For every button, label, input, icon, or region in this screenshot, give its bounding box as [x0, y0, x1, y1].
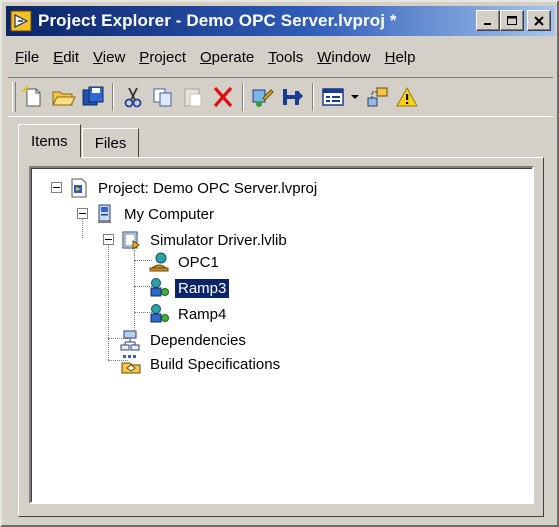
tree-connector — [134, 250, 135, 336]
minus-icon — [79, 213, 86, 214]
opc-tag-icon — [150, 278, 169, 297]
tree-item-ramp4[interactable]: Ramp4 — [147, 302, 229, 326]
menu-help[interactable]: Help — [378, 49, 423, 66]
view-toggle-button[interactable] — [318, 82, 348, 112]
build-button[interactable] — [248, 82, 278, 112]
menu-project[interactable]: Project — [132, 49, 193, 66]
items-panel: Project: Demo OPC Server.lvproj My Compu… — [18, 157, 544, 517]
tree-item-library[interactable]: Simulator Driver.lvlib — [119, 228, 290, 252]
deploy-button[interactable] — [278, 82, 308, 112]
opc-tag-icon — [150, 304, 169, 323]
tree-item-label: OPC1 — [178, 253, 219, 271]
cut-button[interactable] — [118, 82, 148, 112]
menu-view[interactable]: View — [86, 49, 132, 66]
tree-item-project[interactable]: Project: Demo OPC Server.lvproj — [67, 176, 320, 200]
window-title: Project Explorer - Demo OPC Server.lvpro… — [38, 11, 397, 30]
tree-item-label: Build Specifications — [150, 355, 281, 373]
copy-button[interactable] — [148, 82, 178, 112]
minimize-button[interactable] — [476, 10, 500, 31]
title-bar[interactable]: Project Explorer - Demo OPC Server.lvpro… — [6, 6, 555, 36]
menu-operate[interactable]: Operate — [193, 49, 261, 66]
minimize-icon — [484, 22, 491, 25]
toolbar-grip[interactable] — [12, 82, 16, 112]
maximize-button[interactable] — [500, 10, 524, 31]
library-icon — [122, 231, 140, 250]
tree-item-label: Ramp4 — [178, 305, 227, 323]
tree-item-my-computer[interactable]: My Computer — [93, 202, 217, 226]
dependencies-icon — [120, 330, 140, 351]
save-all-button[interactable] — [78, 82, 108, 112]
build-icon — [252, 89, 274, 107]
minus-icon — [105, 239, 112, 240]
build-specifications-icon — [121, 355, 141, 374]
delete-button[interactable] — [208, 82, 238, 112]
tab-items[interactable]: Items — [18, 124, 81, 158]
copy-icon — [153, 88, 172, 107]
view-dropdown-button[interactable] — [348, 82, 362, 112]
tree-item-label: Project: Demo OPC Server.lvproj — [98, 179, 318, 197]
warning-button[interactable] — [392, 82, 422, 112]
tree-item-label: Dependencies — [150, 331, 246, 349]
menu-bar: File Edit View Project Operate Tools Win… — [8, 44, 423, 70]
tree-item-ramp3[interactable]: Ramp3 — [147, 276, 231, 300]
library-collapse-toggle[interactable] — [103, 234, 114, 245]
tree-item-opc1[interactable]: OPC1 — [147, 250, 222, 274]
tree-connector — [108, 238, 109, 360]
computer-collapse-toggle[interactable] — [77, 208, 88, 219]
view-toggle-icon — [322, 88, 344, 106]
new-button[interactable] — [18, 82, 48, 112]
tree-item-label: Simulator Driver.lvlib — [150, 231, 287, 249]
opc-channel-icon — [149, 252, 169, 272]
delete-icon — [213, 86, 233, 108]
add-to-project-icon — [367, 87, 388, 107]
project-tree[interactable]: Project: Demo OPC Server.lvproj My Compu… — [29, 166, 534, 504]
project-explorer-window: Project Explorer - Demo OPC Server.lvpro… — [0, 0, 559, 527]
tree-item-label: My Computer — [124, 205, 215, 223]
menu-window[interactable]: Window — [310, 49, 377, 66]
paste-icon — [184, 88, 202, 107]
open-button[interactable] — [48, 82, 78, 112]
new-icon — [22, 86, 41, 107]
close-icon — [534, 15, 544, 26]
open-icon — [52, 91, 76, 106]
project-file-icon — [71, 178, 87, 198]
computer-icon — [98, 204, 111, 223]
toolbar-separator — [242, 83, 244, 111]
toolbar-separator — [112, 83, 114, 111]
cut-icon — [124, 87, 142, 108]
minus-icon — [53, 187, 60, 188]
tree-item-label-selected: Ramp3 — [173, 277, 231, 299]
maximize-icon — [507, 15, 517, 25]
tree-item-build-specifications[interactable]: Build Specifications — [119, 352, 283, 376]
warning-icon — [396, 86, 418, 107]
tab-strip: Items Files — [18, 124, 140, 158]
labview-project-icon — [10, 10, 32, 32]
deploy-icon — [283, 89, 303, 105]
menu-edit[interactable]: Edit — [46, 49, 86, 66]
menu-file[interactable]: File — [8, 49, 46, 66]
toolbar-separator — [312, 83, 314, 111]
toolbar — [8, 77, 553, 117]
dropdown-arrow-icon — [351, 95, 359, 99]
tab-files[interactable]: Files — [81, 128, 140, 158]
save-all-icon — [82, 86, 104, 106]
paste-button[interactable] — [178, 82, 208, 112]
close-button[interactable] — [527, 10, 551, 31]
tree-item-dependencies[interactable]: Dependencies — [119, 328, 249, 352]
menu-tools[interactable]: Tools — [261, 49, 310, 66]
tab-items-label: Items — [31, 132, 68, 150]
project-collapse-toggle[interactable] — [51, 182, 62, 193]
add-to-project-button[interactable] — [362, 82, 392, 112]
tab-files-label: Files — [94, 134, 127, 152]
